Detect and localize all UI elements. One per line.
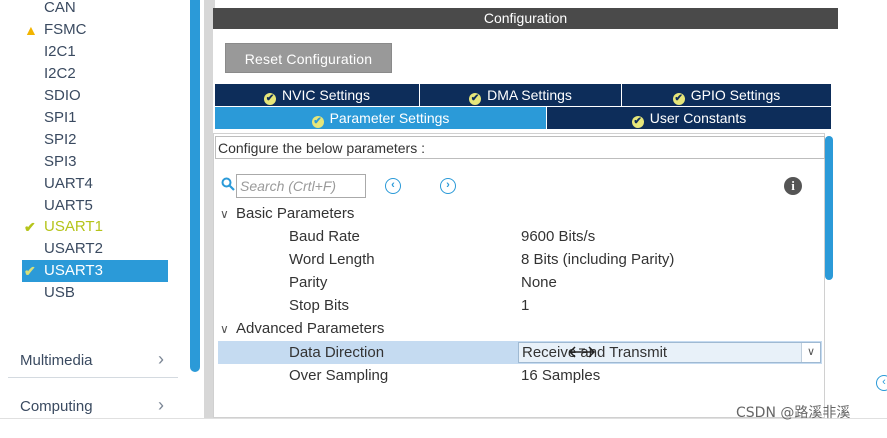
chevron-right-icon: › [158,395,164,415]
sidebar-item-can[interactable]: CAN [22,0,168,19]
param-name: Data Direction [289,344,385,361]
param-name: Stop Bits [289,297,350,314]
chevron-right-icon: › [158,349,164,369]
check-circle-icon: ✔ [631,116,644,128]
sidebar-item-uart4[interactable]: UART4 [22,173,168,195]
category-multimedia[interactable]: Multimedia › [8,349,178,392]
reset-configuration-button[interactable]: Reset Configuration [225,43,392,73]
warning-icon: ▲ [24,22,38,38]
sidebar-item-spi1[interactable]: SPI1 [22,107,168,129]
group-basic-parameters[interactable]: ∨ Basic Parameters [220,202,354,225]
param-row-word-length[interactable]: Word Length 8 Bits (including Parity) [218,248,822,271]
sidebar-item-spi3[interactable]: SPI3 [22,151,168,173]
resize-cursor-icon [567,344,599,362]
chevron-down-icon: ∨ [220,322,229,336]
sidebar-item-fsmc[interactable]: ▲ FSMC [22,19,168,41]
sidebar-item-usart1[interactable]: ✔ USART1 [22,216,168,238]
check-circle-icon: ✔ [469,93,482,105]
data-direction-select[interactable]: Receive and Transmit ∨ [518,342,821,363]
parameters-caption: Configure the below parameters : [215,136,825,159]
peripheral-sidebar: CAN ▲ FSMC I2C1 I2C2 SDIO SPI1 SPI2 SPI3 … [0,0,190,420]
param-row-baud-rate[interactable]: Baud Rate 9600 Bits/s [218,225,822,248]
param-name: Baud Rate [289,228,360,245]
tab-parameter-settings[interactable]: ✔ Parameter Settings [215,107,547,129]
info-icon[interactable]: i [784,177,802,195]
configuration-header: Configuration [213,8,838,29]
param-row-over-sampling[interactable]: Over Sampling 16 Samples [218,364,822,387]
check-circle-icon: ✔ [311,116,324,128]
param-value: 1 [521,297,530,314]
param-row-stop-bits[interactable]: Stop Bits 1 [218,294,822,317]
tab-user-constants[interactable]: ✔ User Constants [547,107,831,129]
category-label: Computing [20,398,93,415]
param-row-parity[interactable]: Parity None [218,271,822,294]
tab-nvic-settings[interactable]: ✔ NVIC Settings [215,84,420,106]
sidebar-item-usb[interactable]: USB [22,282,168,304]
check-icon: ✔ [24,219,36,235]
param-name: Word Length [289,251,375,268]
sidebar-item-spi2[interactable]: SPI2 [22,129,168,151]
param-name: Over Sampling [289,367,389,384]
param-value: 16 Samples [521,367,601,384]
expand-icon[interactable]: ‹ [876,375,887,391]
search-input[interactable] [236,174,366,198]
sidebar-item-uart5[interactable]: UART5 [22,195,168,217]
sidebar-item-usart2[interactable]: USART2 [22,238,168,260]
check-circle-icon: ✔ [264,93,277,105]
sidebar-item-usart3[interactable]: ✔ USART3 [22,260,168,282]
category-label: Multimedia [20,352,93,369]
sidebar-item-sdio[interactable]: SDIO [22,85,168,107]
chevron-down-icon[interactable]: ∨ [801,343,820,362]
content-scrollbar-thumb[interactable] [825,136,833,280]
sidebar-item-i2c1[interactable]: I2C1 [22,41,168,63]
search-icon [221,177,235,193]
sidebar-item-i2c2[interactable]: I2C2 [22,63,168,85]
param-value: 9600 Bits/s [521,228,596,245]
watermark: CSDN @路溪非溪 [736,405,851,421]
param-value: 8 Bits (including Parity) [521,251,675,268]
check-icon: ✔ [24,263,36,279]
search-previous-icon[interactable]: ‹ [385,178,401,194]
check-circle-icon: ✔ [672,93,685,105]
search-next-icon[interactable]: › [440,178,456,194]
param-name: Parity [289,274,328,291]
tab-dma-settings[interactable]: ✔ DMA Settings [420,84,622,106]
group-advanced-parameters[interactable]: ∨ Advanced Parameters [220,317,384,340]
param-value: None [521,274,557,291]
sidebar-scrollbar[interactable] [190,0,200,372]
chevron-down-icon: ∨ [220,207,229,221]
tab-gpio-settings[interactable]: ✔ GPIO Settings [622,84,831,106]
divider [8,377,178,378]
